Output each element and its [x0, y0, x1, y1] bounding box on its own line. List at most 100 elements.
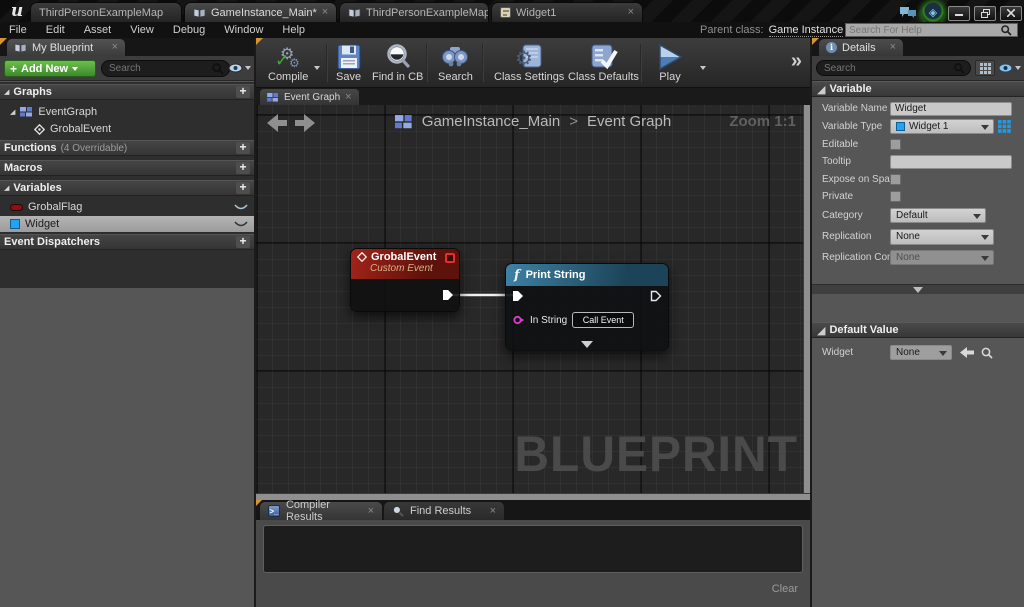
- use-selected-arrow-icon[interactable]: [960, 347, 974, 358]
- chat-bubbles-icon[interactable]: [898, 5, 918, 21]
- restore-button[interactable]: [974, 5, 996, 21]
- active-panel-corner: [256, 500, 262, 506]
- tab-my-blueprint[interactable]: My Blueprint: [7, 39, 125, 56]
- tree-item-grobalevent[interactable]: GrobalEvent: [0, 121, 254, 137]
- details-search-input[interactable]: [817, 62, 954, 74]
- window-tab-level2[interactable]: ThirdPersonExampleMap: [339, 2, 489, 22]
- close-icon[interactable]: [112, 42, 118, 53]
- section-default-value[interactable]: ◢ Default Value: [812, 322, 1024, 338]
- section-event-dispatchers[interactable]: Event Dispatchers +: [0, 234, 254, 250]
- close-icon[interactable]: [368, 506, 374, 517]
- eye-closed-icon[interactable]: [234, 203, 248, 211]
- window-tab-level[interactable]: ThirdPersonExampleMap: [30, 2, 182, 22]
- menu-help[interactable]: Help: [282, 24, 305, 36]
- view-options[interactable]: [228, 63, 251, 73]
- section-graphs[interactable]: ◢ Graphs +: [0, 84, 254, 100]
- variable-row-widget[interactable]: Widget: [0, 216, 254, 232]
- in-string-input[interactable]: Call Event: [572, 312, 635, 328]
- compile-options-caret[interactable]: [314, 66, 320, 70]
- tab-compiler-results[interactable]: >_ Compiler Results: [260, 499, 382, 523]
- toolbar-overflow-chevron[interactable]: »: [791, 50, 802, 73]
- tooltip-field[interactable]: [890, 154, 1012, 169]
- node-print-string[interactable]: f Print String In String Call Event: [505, 263, 669, 351]
- variable-type-dropdown[interactable]: Widget 1: [890, 119, 994, 134]
- play-options-caret[interactable]: [700, 66, 706, 70]
- breadcrumb-root[interactable]: GameInstance_Main: [422, 113, 560, 130]
- close-icon[interactable]: [490, 506, 496, 517]
- menu-edit[interactable]: Edit: [46, 24, 65, 36]
- add-graph-button[interactable]: +: [236, 85, 250, 98]
- class-settings-button[interactable]: ⚙ Class Settings: [490, 41, 568, 85]
- details-view-options[interactable]: [998, 63, 1021, 73]
- chevron-down-icon: [939, 351, 947, 356]
- section-variables[interactable]: ◢ Variables +: [0, 180, 254, 196]
- section-functions[interactable]: Functions (4 Overridable) +: [0, 140, 254, 156]
- magnifier-icon: [384, 43, 412, 71]
- close-icon[interactable]: [322, 7, 328, 18]
- window-tab-gameinstance[interactable]: GameInstance_Main*: [184, 2, 337, 22]
- node-expand-chevron[interactable]: [581, 341, 593, 348]
- tree-item-eventgraph[interactable]: ◢ EventGraph: [0, 104, 254, 120]
- add-variable-button[interactable]: +: [236, 181, 250, 194]
- menu-window[interactable]: Window: [224, 24, 263, 36]
- find-in-cb-button[interactable]: Find in CB: [368, 41, 427, 85]
- section-variable[interactable]: ◢ Variable: [812, 81, 1024, 97]
- compiler-results-log[interactable]: [263, 525, 803, 573]
- exec-out-pin[interactable]: [650, 290, 662, 302]
- pin-label: In String: [530, 314, 568, 326]
- minimize-button[interactable]: [948, 5, 970, 21]
- private-checkbox[interactable]: [890, 191, 901, 202]
- search-button[interactable]: Search: [434, 41, 477, 85]
- details-advanced-expander[interactable]: [812, 284, 1024, 294]
- add-dispatcher-button[interactable]: +: [236, 235, 250, 248]
- breadcrumb-leaf[interactable]: Event Graph: [587, 113, 671, 130]
- collapse-arrow-icon[interactable]: ◢: [10, 108, 15, 116]
- editable-checkbox[interactable]: [890, 139, 901, 150]
- menu-view[interactable]: View: [130, 24, 154, 36]
- add-new-button[interactable]: + Add New: [4, 60, 96, 77]
- menu-file[interactable]: File: [9, 24, 27, 36]
- add-macro-button[interactable]: +: [236, 161, 250, 174]
- clear-button[interactable]: Clear: [772, 583, 798, 595]
- add-function-button[interactable]: +: [236, 141, 250, 154]
- menu-debug[interactable]: Debug: [173, 24, 205, 36]
- parent-class-link[interactable]: Game Instance: [768, 24, 844, 37]
- event-graph-canvas[interactable]: GameInstance_Main > Event Graph Zoom 1:1…: [256, 105, 810, 500]
- default-widget-dropdown[interactable]: None: [890, 345, 952, 360]
- window-tab-widget[interactable]: Widget1: [491, 2, 643, 22]
- close-icon[interactable]: [890, 42, 896, 53]
- expose-on-spawn-checkbox[interactable]: [890, 174, 901, 185]
- exec-in-pin[interactable]: [512, 290, 524, 302]
- menu-asset[interactable]: Asset: [84, 24, 112, 36]
- node-grobalevent[interactable]: GrobalEvent Custom Event: [350, 248, 460, 312]
- chevron-down-icon: [981, 256, 989, 261]
- variable-row-grobalflag[interactable]: GrobalFlag: [0, 199, 254, 215]
- class-defaults-button[interactable]: Class Defaults: [564, 41, 643, 85]
- widget-asset-icon: [500, 7, 511, 18]
- eye-closed-icon[interactable]: [234, 220, 248, 228]
- tab-details[interactable]: i Details: [819, 39, 903, 56]
- variable-name-field[interactable]: Widget: [890, 101, 1012, 116]
- container-type-icon[interactable]: [998, 120, 1011, 133]
- play-button[interactable]: Play: [648, 41, 692, 85]
- launcher-icon[interactable]: ◈: [922, 2, 944, 24]
- replication-dropdown[interactable]: None: [890, 228, 994, 245]
- string-pin-icon[interactable]: [513, 315, 525, 325]
- category-dropdown[interactable]: Default: [890, 208, 986, 223]
- compile-button[interactable]: ⚙ ⚙ ✓ Compile: [264, 41, 312, 85]
- window-tab-label: GameInstance_Main*: [211, 6, 317, 19]
- section-macros[interactable]: Macros +: [0, 160, 254, 176]
- exec-out-pin[interactable]: [442, 289, 454, 301]
- help-search-input[interactable]: [846, 24, 1001, 36]
- my-blueprint-search-input[interactable]: [102, 63, 212, 74]
- tab-find-results[interactable]: Find Results: [384, 502, 504, 520]
- property-matrix-button[interactable]: [975, 60, 995, 76]
- close-icon[interactable]: [345, 92, 351, 103]
- save-button[interactable]: Save: [332, 41, 365, 85]
- canvas-vertical-scrollbar[interactable]: [803, 105, 810, 493]
- unreal-blueprint-editor: u ThirdPersonExampleMap GameInstance_Mai…: [0, 0, 1024, 607]
- close-icon[interactable]: [628, 7, 634, 18]
- browse-magnifier-icon[interactable]: [981, 347, 993, 359]
- close-button[interactable]: [1000, 5, 1022, 21]
- tab-event-graph[interactable]: Event Graph: [260, 89, 359, 105]
